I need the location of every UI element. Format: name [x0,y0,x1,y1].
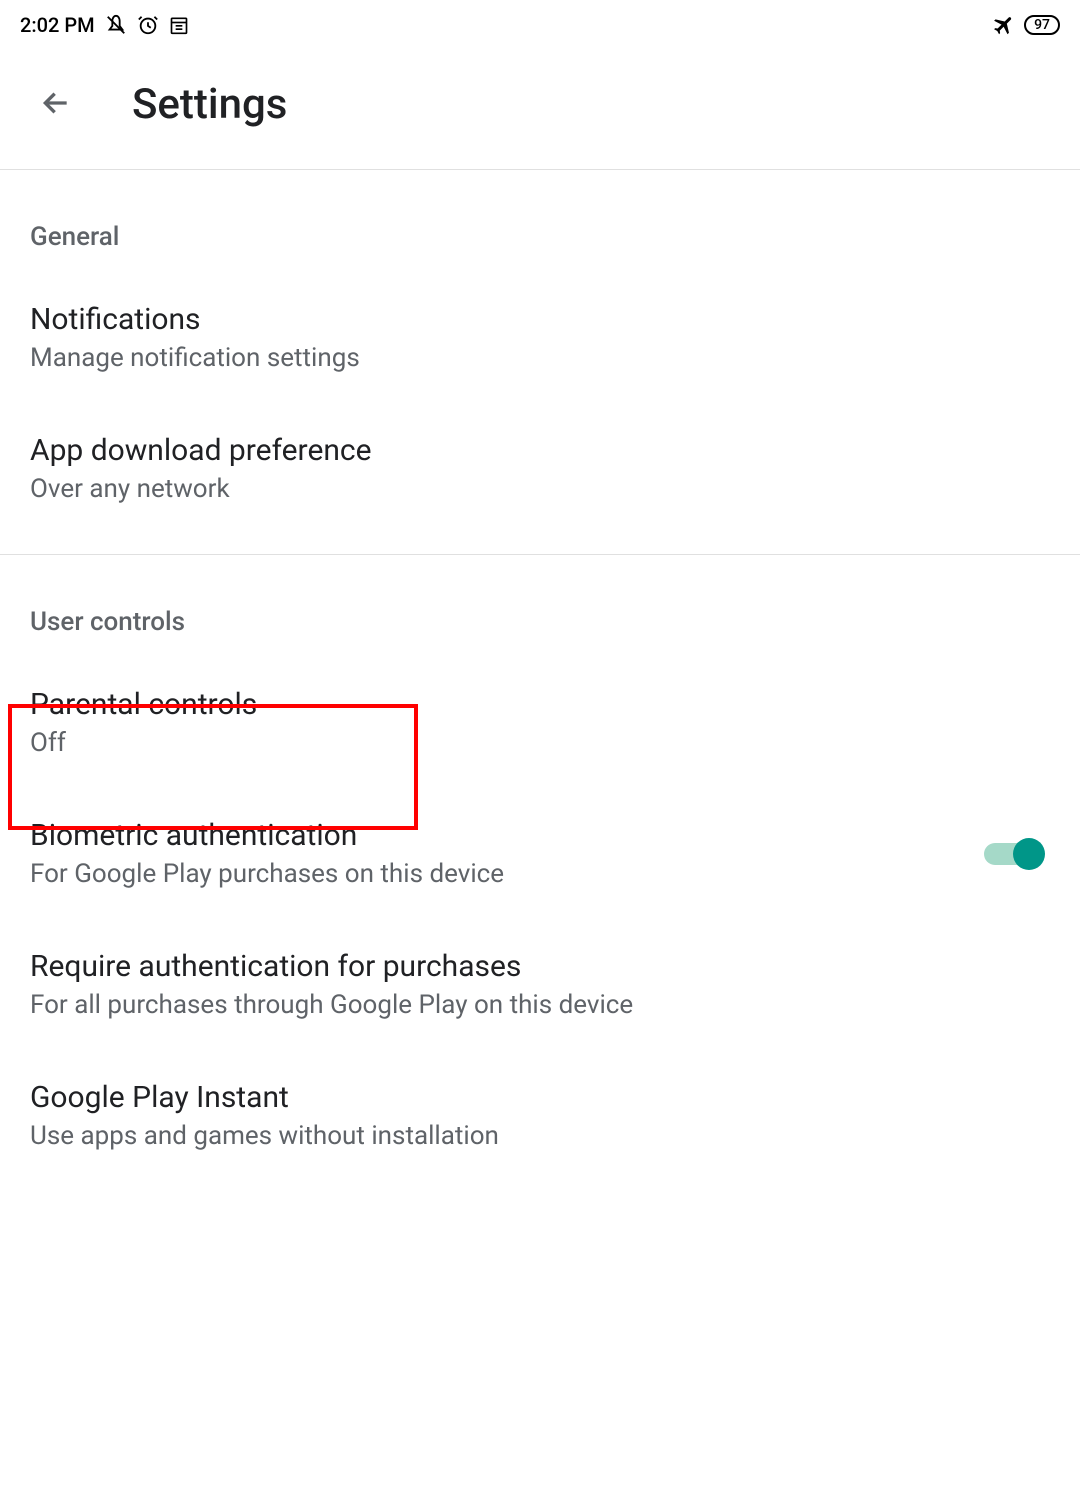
setting-subtitle: Manage notification settings [30,343,1050,373]
setting-notifications[interactable]: Notifications Manage notification settin… [30,272,1050,403]
setting-parental-controls[interactable]: Parental controls Off [30,657,1050,788]
setting-title: Google Play Instant [30,1080,1050,1115]
calendar-icon [169,15,189,35]
back-button[interactable] [40,87,72,123]
alarm-icon [137,14,159,36]
page-title: Settings [132,80,287,129]
setting-subtitle: Off [30,728,1050,758]
setting-subtitle: For all purchases through Google Play on… [30,990,1050,1020]
setting-subtitle: For Google Play purchases on this device [30,859,984,889]
section-header-user-controls: User controls [30,555,1050,657]
setting-play-instant[interactable]: Google Play Instant Use apps and games w… [30,1050,1050,1181]
airplane-icon [992,13,1016,37]
status-bar: 2:02 PM [0,0,1080,50]
mute-icon [105,14,127,36]
section-general: General Notifications Manage notificatio… [0,170,1080,555]
setting-title: Parental controls [30,687,1050,722]
setting-title: Biometric authentication [30,818,984,853]
app-header: Settings [0,50,1080,169]
status-time: 2:02 PM [20,13,95,37]
battery-indicator: 97 [1024,15,1060,35]
biometric-toggle[interactable] [984,843,1040,865]
setting-subtitle: Use apps and games without installation [30,1121,1050,1151]
setting-subtitle: Over any network [30,474,1050,504]
setting-require-auth[interactable]: Require authentication for purchases For… [30,919,1050,1050]
section-user-controls: User controls Parental controls Off Biom… [0,555,1080,1181]
setting-title: App download preference [30,433,1050,468]
setting-title: Notifications [30,302,1050,337]
setting-app-download[interactable]: App download preference Over any network [30,403,1050,534]
section-header-general: General [30,170,1050,272]
setting-title: Require authentication for purchases [30,949,1050,984]
setting-biometric-auth[interactable]: Biometric authentication For Google Play… [30,788,1050,919]
toggle-thumb [1013,838,1045,870]
